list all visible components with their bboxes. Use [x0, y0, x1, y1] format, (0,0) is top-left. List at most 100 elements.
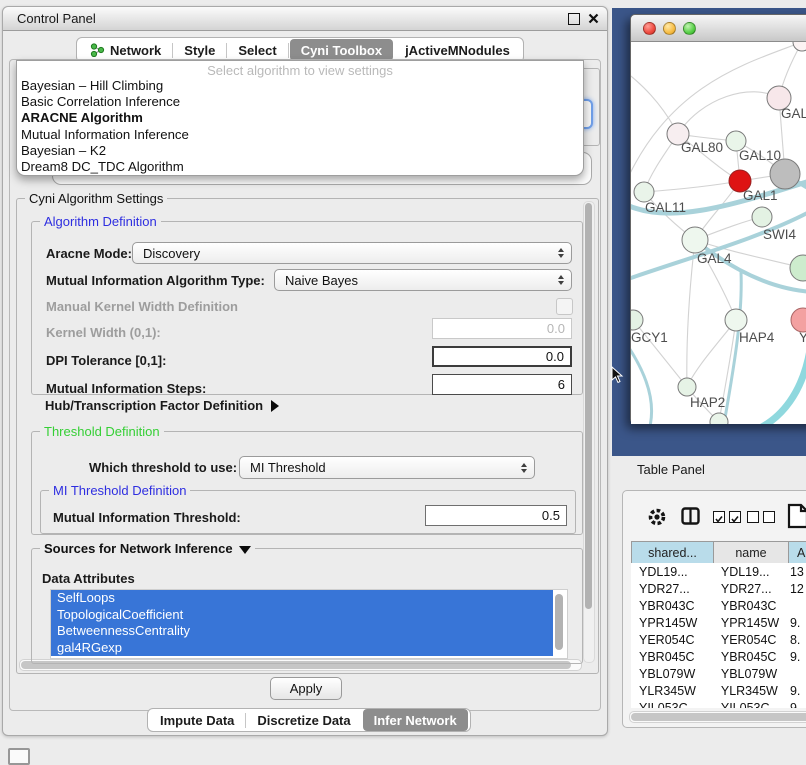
algorithm-option[interactable]: Basic Correlation Inference — [17, 94, 583, 110]
tab-separator — [288, 43, 289, 58]
aracne-mode-combo[interactable]: Discovery — [132, 242, 572, 264]
close-traffic-light-icon[interactable] — [643, 22, 656, 35]
table-row[interactable]: YPR145WYPR145W9. — [631, 614, 806, 631]
algorithm-definition-title: Algorithm Definition — [40, 214, 161, 229]
node-hap2[interactable] — [678, 378, 696, 396]
dpi-tolerance-field[interactable]: 0.0 — [432, 346, 572, 367]
node-salmon-partial[interactable] — [791, 308, 806, 332]
table-row[interactable]: YIL053CYIL053C9. — [631, 699, 806, 708]
settings-scrollbar-thumb[interactable] — [585, 203, 592, 609]
close-icon[interactable] — [588, 13, 599, 24]
node-swi4[interactable] — [752, 207, 772, 227]
threshold-definition-group: Threshold Definition Which threshold to … — [31, 431, 583, 535]
network-view-window: GAL GAL80 GAL10 GAL1 GAL11 SWI4 GAL4 GCY… — [630, 14, 806, 424]
window-title: Control Panel — [17, 11, 96, 26]
network-canvas[interactable]: GAL GAL80 GAL10 GAL1 GAL11 SWI4 GAL4 GCY… — [631, 42, 806, 424]
attribute-item-selected[interactable]: TopologicalCoefficient — [51, 607, 553, 624]
algorithm-option[interactable]: Dream8 DC_TDC Algorithm — [17, 159, 583, 175]
tab-infer-network[interactable]: Infer Network — [363, 709, 468, 731]
algorithm-definition-group: Algorithm Definition Aracne Mode: Discov… — [31, 221, 583, 395]
mi-steps-label: Mutual Information Steps: — [46, 381, 206, 396]
node-gal11[interactable] — [634, 182, 654, 202]
kernel-width-field[interactable]: 0.0 — [432, 318, 572, 339]
combo-stepper-icon — [558, 248, 564, 258]
table-row[interactable]: YDL19...YDL19...13 — [631, 563, 806, 580]
attribute-item-selected[interactable]: gal4RGexp — [51, 640, 553, 657]
tab-select[interactable]: Select — [227, 40, 287, 60]
column-header-shared-name[interactable]: shared... — [632, 542, 714, 564]
node-label: GAL1 — [743, 188, 778, 203]
mouse-cursor — [610, 366, 624, 384]
sources-group-title[interactable]: Sources for Network Inference — [40, 541, 255, 556]
column-header-partial[interactable]: A — [789, 542, 806, 564]
tab-discretize-data[interactable]: Discretize Data — [246, 710, 361, 730]
list-scrollbar-thumb[interactable] — [555, 594, 563, 650]
table-hscrollbar-thumb[interactable] — [631, 713, 806, 721]
export-table-icon[interactable] — [787, 503, 806, 529]
mi-steps-field[interactable]: 6 — [432, 374, 572, 395]
algorithm-popup-list: Select algorithm to view settings Bayesi… — [16, 60, 584, 176]
node-green-partial[interactable] — [790, 255, 806, 281]
attribute-item-selected[interactable]: BetweennessCentrality — [51, 623, 553, 640]
tab-style[interactable]: Style — [173, 40, 226, 60]
mi-threshold-field[interactable]: 0.5 — [425, 505, 567, 526]
collapsed-arrow-icon[interactable] — [271, 400, 279, 412]
combo-stepper-icon — [521, 463, 527, 473]
deselect-all-icon[interactable] — [747, 511, 775, 523]
node-hap4[interactable] — [725, 309, 747, 331]
data-attributes-list[interactable]: SelfLoops TopologicalCoefficient Between… — [50, 589, 568, 659]
combo-stepper-icon — [558, 275, 564, 285]
hub-definition-toggle[interactable]: Hub/Transcription Factor Definition — [45, 398, 279, 413]
manual-kernel-label: Manual Kernel Width Definition — [46, 299, 238, 314]
mi-algorithm-type-combo[interactable]: Naive Bayes — [274, 269, 572, 291]
table-panel-title: Table Panel — [637, 462, 705, 477]
minimize-traffic-light-icon[interactable] — [663, 22, 676, 35]
table-row[interactable]: YLR345WYLR345W9. — [631, 682, 806, 699]
manual-kernel-checkbox[interactable] — [556, 298, 573, 315]
minimized-panel-icon[interactable] — [8, 748, 30, 765]
control-panel-titlebar[interactable]: Control Panel — [3, 7, 607, 31]
table-row[interactable]: YDR27...YDR27...12 — [631, 580, 806, 597]
which-threshold-combo[interactable]: MI Threshold — [239, 456, 535, 479]
table-body[interactable]: YDL19...YDL19...13 YDR27...YDR27...12 YB… — [631, 563, 806, 708]
node-gcy1[interactable] — [631, 310, 643, 330]
algorithm-option[interactable]: Bayesian – K2 — [17, 143, 583, 159]
network-icon — [90, 43, 105, 57]
tab-cyni-toolbox[interactable]: Cyni Toolbox — [290, 39, 393, 61]
node-label: GAL11 — [645, 200, 686, 215]
table-horizontal-scrollbar[interactable] — [629, 711, 806, 723]
node-partial-top[interactable] — [793, 42, 806, 51]
tab-network[interactable]: Network — [79, 40, 172, 60]
float-window-icon[interactable] — [568, 13, 580, 25]
apply-button[interactable]: Apply — [270, 677, 342, 700]
node-gal4[interactable] — [682, 227, 708, 253]
table-row[interactable]: YBR043CYBR043C — [631, 597, 806, 614]
algorithm-option[interactable]: Mutual Information Inference — [17, 127, 583, 143]
node-label: HAP2 — [690, 395, 725, 410]
node-label: HAP4 — [739, 330, 775, 345]
network-window-titlebar[interactable] — [631, 15, 806, 42]
threshold-definition-title: Threshold Definition — [40, 424, 164, 439]
table-header-row: shared... name A — [631, 541, 806, 563]
algorithm-option-selected[interactable]: ARACNE Algorithm — [17, 110, 583, 126]
node-label: GAL4 — [697, 251, 732, 266]
cyni-algorithm-settings-group: Cyni Algorithm Settings Algorithm Defini… — [16, 198, 599, 674]
columns-icon[interactable] — [681, 507, 701, 525]
attribute-item-selected[interactable]: SelfLoops — [51, 590, 553, 607]
node-gray[interactable] — [770, 159, 800, 189]
tab-jactivemnodules[interactable]: jActiveMNodules — [394, 40, 521, 60]
sources-group: Sources for Network Inference Data Attri… — [31, 548, 583, 664]
table-row[interactable]: YER054CYER054C8. — [631, 631, 806, 648]
settings-group-title: Cyni Algorithm Settings — [25, 191, 167, 206]
bottom-tabbar: Impute Data Discretize Data Infer Networ… — [147, 708, 471, 732]
settings-vertical-scrollbar[interactable] — [583, 201, 595, 663]
gear-icon[interactable] — [647, 507, 667, 527]
algorithm-option[interactable]: Bayesian – Hill Climbing — [17, 78, 583, 94]
zoom-traffic-light-icon[interactable] — [683, 22, 696, 35]
select-all-icon[interactable] — [713, 511, 741, 523]
expanded-arrow-icon[interactable] — [239, 546, 251, 554]
tab-impute-data[interactable]: Impute Data — [149, 710, 245, 730]
column-header-name[interactable]: name — [714, 542, 789, 564]
table-row[interactable]: YBR045CYBR045C9. — [631, 648, 806, 665]
table-row[interactable]: YBL079WYBL079W — [631, 665, 806, 682]
